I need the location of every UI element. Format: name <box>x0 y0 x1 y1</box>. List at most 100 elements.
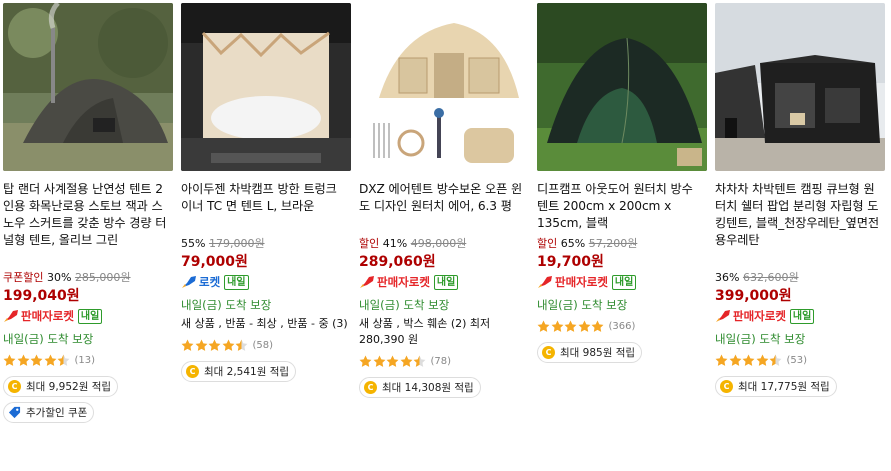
star-icon <box>756 354 768 366</box>
half-star-icon <box>57 354 70 366</box>
tomorrow-tag: 내일 <box>789 308 815 324</box>
badge-label: 판매자로켓 <box>377 275 430 289</box>
reward-text: 최대 9,952원 적립 <box>26 381 112 393</box>
rocket-icon <box>360 276 374 288</box>
rating: (58) <box>181 337 351 353</box>
review-count: (53) <box>786 354 808 366</box>
product-card[interactable]: 아이두젠 차박캠프 방한 트렁크 이너 TC 면 텐트 L, 브라운 55% 1… <box>181 3 351 382</box>
discount-label: 쿠폰할인 <box>3 271 44 284</box>
coupon-pill[interactable]: 추가할인 쿠폰 <box>3 402 95 423</box>
reward-text: 최대 14,308원 적립 <box>382 382 474 394</box>
star-icon <box>373 355 385 367</box>
badge-label: 판매자로켓 <box>555 275 608 289</box>
arrival-guarantee: 내일(금) 도착 보장 <box>537 298 628 312</box>
product-card[interactable]: 차차차 차박텐트 캠핑 큐브형 원터치 쉘터 팝업 분리형 자립형 도킹텐트, … <box>715 3 885 397</box>
coin-icon: C <box>364 381 377 394</box>
rating: (53) <box>715 352 885 368</box>
product-card[interactable]: 탑 랜더 사계절용 난연성 텐트 2인용 화목난로용 스토브 잭과 스노우 스커… <box>3 3 173 423</box>
product-image[interactable] <box>181 3 351 171</box>
product-title[interactable]: 아이두젠 차박캠프 방한 트렁크 이너 TC 면 텐트 L, 브라운 <box>181 181 351 232</box>
review-count: (78) <box>430 355 452 367</box>
half-star-icon <box>235 339 248 351</box>
arrival-guarantee: 내일(금) 도착 보장 <box>359 298 450 312</box>
reward-text: 최대 17,775원 적립 <box>738 381 830 393</box>
product-title[interactable]: 탑 랜더 사계절용 난연성 텐트 2인용 화목난로용 스토브 잭과 스노우 스커… <box>3 181 173 266</box>
discount-row: 36% 632,600원 <box>715 269 885 284</box>
delivery-badge: 판매자로켓 내일 <box>3 307 173 325</box>
rating: (78) <box>359 353 529 369</box>
coin-icon: C <box>186 365 199 378</box>
product-image[interactable] <box>715 3 885 171</box>
delivery-badge: 로켓 내일 <box>181 273 351 291</box>
half-star-icon <box>413 355 426 367</box>
product-image[interactable] <box>359 3 529 171</box>
tomorrow-tag: 내일 <box>77 308 103 324</box>
arrival-guarantee: 내일(금) 도착 보장 <box>3 332 94 346</box>
star-icon <box>742 354 755 366</box>
review-count: (58) <box>252 339 274 351</box>
original-price: 632,600원 <box>742 271 799 284</box>
used-options[interactable]: 새 상품 , 박스 훼손 (2) 최저 280,390 원 <box>359 316 529 348</box>
badge-label: 판매자로켓 <box>21 309 74 323</box>
star-icon <box>359 355 372 367</box>
arrival-guarantee: 내일(금) 도착 보장 <box>715 332 806 346</box>
half-star-icon <box>769 354 782 366</box>
star-icon <box>715 354 728 366</box>
sale-price: 399,000원 <box>715 288 792 304</box>
coin-icon: C <box>8 380 21 393</box>
reward-pill: C 최대 14,308원 적립 <box>359 377 481 398</box>
delivery-badge: 판매자로켓 내일 <box>359 273 529 291</box>
star-icon <box>386 355 399 367</box>
star-icon <box>222 339 234 351</box>
delivery-badge: 판매자로켓 내일 <box>715 307 885 325</box>
coin-icon: C <box>542 346 555 359</box>
rocket-icon <box>4 310 18 322</box>
reward-pill: C 최대 17,775원 적립 <box>715 376 837 397</box>
badge-label: 판매자로켓 <box>733 309 786 323</box>
original-price: 285,000원 <box>74 271 131 284</box>
coin-icon: C <box>720 380 733 393</box>
product-title[interactable]: 디프캠프 아웃도어 원터치 방수 텐트 200cm x 200cm x 135c… <box>537 181 707 232</box>
rocket-icon <box>182 276 196 288</box>
original-price: 498,000원 <box>410 237 467 250</box>
tomorrow-tag: 내일 <box>224 274 249 290</box>
review-count: (13) <box>74 354 96 366</box>
star-icon <box>3 354 16 366</box>
rocket-icon <box>538 276 552 288</box>
discount-row: 할인 41% 498,000원 <box>359 235 529 250</box>
used-options[interactable]: 새 상품 , 반품 - 최상 , 반품 - 중 (3) <box>181 316 351 332</box>
product-image[interactable] <box>537 3 707 171</box>
tomorrow-tag: 내일 <box>433 274 459 290</box>
star-icon <box>195 339 207 351</box>
sale-price: 199,040원 <box>3 288 80 304</box>
reward-text: 최대 985원 적립 <box>560 347 636 359</box>
discount-row: 쿠폰할인 30% 285,000원 <box>3 269 173 284</box>
star-icon <box>537 320 550 332</box>
star-icon <box>729 354 741 366</box>
discount-percent: 41% <box>382 237 408 250</box>
rocket-icon <box>716 310 730 322</box>
review-count: (366) <box>608 320 636 332</box>
product-title[interactable]: DXZ 에어텐트 방수보온 오픈 윈도 디자인 원터치 에어, 6.3 평 <box>359 181 529 232</box>
star-icon <box>208 339 221 351</box>
product-image[interactable] <box>3 3 173 171</box>
product-card[interactable]: DXZ 에어텐트 방수보온 오픈 윈도 디자인 원터치 에어, 6.3 평 할인… <box>359 3 529 398</box>
badge-label: 로켓 <box>199 275 221 289</box>
tomorrow-tag: 내일 <box>611 274 637 290</box>
star-icon <box>578 320 590 332</box>
discount-percent: 55% <box>181 237 206 250</box>
star-icon <box>551 320 563 332</box>
product-title[interactable]: 차차차 차박텐트 캠핑 큐브형 원터치 쉘터 팝업 분리형 자립형 도킹텐트, … <box>715 181 885 266</box>
reward-text: 최대 2,541원 적립 <box>204 366 290 378</box>
star-icon <box>564 320 577 332</box>
discount-percent: 30% <box>46 271 72 284</box>
star-icon <box>591 320 604 332</box>
product-card[interactable]: 디프캠프 아웃도어 원터치 방수 텐트 200cm x 200cm x 135c… <box>537 3 707 363</box>
reward-pill: C 최대 2,541원 적립 <box>181 361 297 382</box>
sale-price: 289,060원 <box>359 254 436 270</box>
discount-row: 55% 179,000원 <box>181 235 351 250</box>
reward-pill: C 최대 985원 적립 <box>537 342 643 363</box>
discount-percent: 36% <box>715 271 740 284</box>
reward-pill: C 최대 9,952원 적립 <box>3 376 119 397</box>
original-price: 57,200원 <box>588 237 638 250</box>
